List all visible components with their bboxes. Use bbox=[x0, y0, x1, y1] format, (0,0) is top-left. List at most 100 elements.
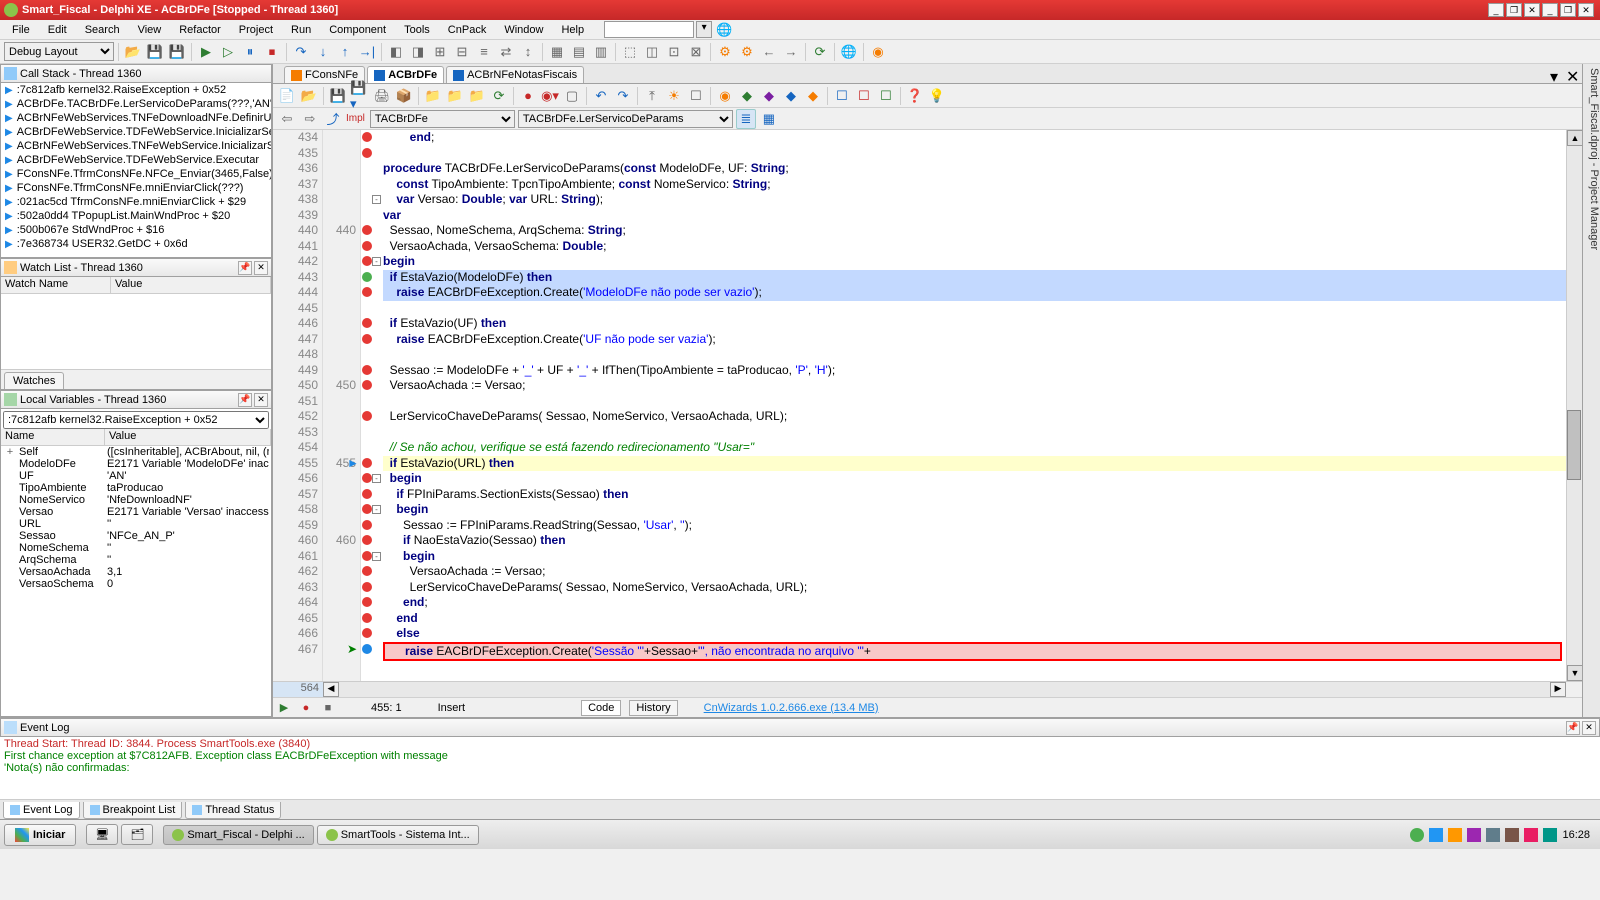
cnwizards-link[interactable]: CnWizards 1.0.2.666.exe (13.4 MB) bbox=[704, 702, 879, 714]
tb-17[interactable]: ← bbox=[759, 42, 779, 62]
stop-status-icon[interactable]: ■ bbox=[321, 701, 335, 715]
etb-folder2[interactable]: 📁 bbox=[445, 86, 465, 106]
tb-19[interactable]: ⟳ bbox=[810, 42, 830, 62]
nav-up-icon[interactable]: ⤴ bbox=[323, 109, 343, 129]
locals-col-name[interactable]: Name bbox=[1, 429, 105, 445]
expand-icon[interactable] bbox=[3, 566, 17, 578]
locals-row[interactable]: ArqSchema'' bbox=[1, 554, 271, 566]
locals-row[interactable]: +Self([csInheritable], ACBrAbout, nil, (… bbox=[1, 446, 271, 458]
etb-print[interactable]: 🖨 bbox=[372, 86, 392, 106]
etb-b1[interactable]: ◉ bbox=[715, 86, 735, 106]
pin-icon[interactable]: 📌 bbox=[238, 393, 252, 407]
etb-c1[interactable]: ☐ bbox=[832, 86, 852, 106]
etb-c2[interactable]: ☐ bbox=[854, 86, 874, 106]
tb-1[interactable]: ◧ bbox=[386, 42, 406, 62]
tb-15[interactable]: ⚙ bbox=[715, 42, 735, 62]
pin-icon[interactable]: 📌 bbox=[238, 261, 252, 275]
step-over-icon[interactable]: ↷ bbox=[291, 42, 311, 62]
callstack-item[interactable]: ▶:7c812afb kernel32.RaiseException + 0x5… bbox=[1, 83, 271, 97]
close-panel-icon[interactable]: ✕ bbox=[254, 393, 268, 407]
tb-12[interactable]: ◫ bbox=[642, 42, 662, 62]
etb-b4[interactable]: ◆ bbox=[781, 86, 801, 106]
tray-icon[interactable] bbox=[1429, 828, 1443, 842]
method-combo[interactable]: TACBrDFe.LerServicoDeParams bbox=[518, 110, 733, 128]
close-panel-icon[interactable]: ✕ bbox=[254, 261, 268, 275]
tray-icon[interactable] bbox=[1524, 828, 1538, 842]
etb-a2[interactable]: ☀ bbox=[664, 86, 684, 106]
record-status-icon[interactable]: ● bbox=[299, 701, 313, 715]
bottom-tab[interactable]: Event Log bbox=[3, 802, 80, 819]
bottom-tab[interactable]: Breakpoint List bbox=[83, 802, 183, 819]
hscroll-right-icon[interactable]: ▶ bbox=[1550, 682, 1566, 697]
history-tab[interactable]: History bbox=[629, 700, 677, 716]
tb-18[interactable]: → bbox=[781, 42, 801, 62]
etb-pkg[interactable]: 📦 bbox=[394, 86, 414, 106]
eventlog-body[interactable]: Thread Start: Thread ID: 3844. Process S… bbox=[0, 737, 1600, 799]
expand-icon[interactable] bbox=[3, 554, 17, 566]
etb-folder3[interactable]: 📁 bbox=[467, 86, 487, 106]
tb-21[interactable]: ◉ bbox=[868, 42, 888, 62]
menu-help[interactable]: Help bbox=[553, 22, 592, 38]
etb-b2[interactable]: ◆ bbox=[737, 86, 757, 106]
editor-tab[interactable]: ACBrDFe bbox=[367, 66, 444, 83]
run-icon[interactable]: ▶ bbox=[196, 42, 216, 62]
save-icon[interactable]: 💾 bbox=[145, 42, 165, 62]
close-panel-icon[interactable]: ✕ bbox=[1582, 721, 1596, 735]
bottom-tab[interactable]: Thread Status bbox=[185, 802, 281, 819]
locals-row[interactable]: VersaoAchada3,1 bbox=[1, 566, 271, 578]
etb-c3[interactable]: ☐ bbox=[876, 86, 896, 106]
watch-col-name[interactable]: Watch Name bbox=[1, 277, 111, 293]
minimize-button-2[interactable]: _ bbox=[1542, 3, 1558, 17]
callstack-item[interactable]: ▶:021ac5cd TfrmConsNFe.mniEnviarClick + … bbox=[1, 195, 271, 209]
tray-icon[interactable] bbox=[1543, 828, 1557, 842]
taskbar-item[interactable]: SmartTools - Sistema Int... bbox=[317, 825, 479, 845]
etb-refresh[interactable]: ⟳ bbox=[489, 86, 509, 106]
callstack-item[interactable]: ▶:500b067e StdWndProc + $16 bbox=[1, 223, 271, 237]
menu-component[interactable]: Component bbox=[321, 22, 394, 38]
expand-icon[interactable] bbox=[3, 518, 17, 530]
quick-launch-1[interactable]: 🖥 bbox=[86, 824, 118, 845]
menu-file[interactable]: File bbox=[4, 22, 38, 38]
etb-saveall[interactable]: 💾▾ bbox=[350, 86, 370, 106]
quick-launch-2[interactable]: 🗂 bbox=[121, 824, 153, 845]
etb-open[interactable]: 📂 bbox=[299, 86, 319, 106]
callstack-item[interactable]: ▶ACBrDFe.TACBrDFe.LerServicoDeParams(???… bbox=[1, 97, 271, 111]
locals-row[interactable]: NomeSchema'' bbox=[1, 542, 271, 554]
step-into-icon[interactable]: ↓ bbox=[313, 42, 333, 62]
help-icon[interactable]: ❓ bbox=[905, 86, 925, 106]
tb-5[interactable]: ≡ bbox=[474, 42, 494, 62]
expand-icon[interactable] bbox=[3, 494, 17, 506]
tb-4[interactable]: ⊟ bbox=[452, 42, 472, 62]
tb-9[interactable]: ▤ bbox=[569, 42, 589, 62]
callstack-item[interactable]: ▶ACBrNFeWebServices.TNFeWebService.Inici… bbox=[1, 139, 271, 153]
restore-button[interactable]: ❐ bbox=[1506, 3, 1522, 17]
tb-20[interactable]: 🌐 bbox=[839, 42, 859, 62]
callstack-item[interactable]: ▶ACBrDFeWebService.TDFeWebService.Execut… bbox=[1, 153, 271, 167]
menu-run[interactable]: Run bbox=[283, 22, 319, 38]
etb-new[interactable]: 📄 bbox=[277, 86, 297, 106]
editor-tab[interactable]: ACBrNFeNotasFiscais bbox=[446, 66, 584, 83]
etb-bpx[interactable]: ◉▾ bbox=[540, 86, 560, 106]
locals-col-value[interactable]: Value bbox=[105, 429, 271, 445]
etb-a3[interactable]: ☐ bbox=[686, 86, 706, 106]
tb-11[interactable]: ⬚ bbox=[620, 42, 640, 62]
locals-row[interactable]: VersaoSchema0 bbox=[1, 578, 271, 590]
pause-icon[interactable]: ⏸ bbox=[240, 42, 260, 62]
etb-b5[interactable]: ◆ bbox=[803, 86, 823, 106]
callstack-item[interactable]: ▶ACBrDFeWebService.TDFeWebService.Inicia… bbox=[1, 125, 271, 139]
stop-icon[interactable]: ⏹ bbox=[262, 42, 282, 62]
tray-icon[interactable] bbox=[1486, 828, 1500, 842]
tray-icon[interactable] bbox=[1467, 828, 1481, 842]
callstack-item[interactable]: ▶:502a0dd4 TPopupList.MainWndProc + $20 bbox=[1, 209, 271, 223]
restore-button-2[interactable]: ❐ bbox=[1560, 3, 1576, 17]
menu-view[interactable]: View bbox=[130, 22, 170, 38]
etb-save[interactable]: 💾 bbox=[328, 86, 348, 106]
expand-icon[interactable] bbox=[3, 578, 17, 590]
etb-folder1[interactable]: 📁 bbox=[423, 86, 443, 106]
expand-icon[interactable] bbox=[3, 482, 17, 494]
menu-cnpack[interactable]: CnPack bbox=[440, 22, 495, 38]
tray-icon[interactable] bbox=[1448, 828, 1462, 842]
hscroll-left-icon[interactable]: ◀ bbox=[323, 682, 339, 697]
hscroll-track[interactable] bbox=[339, 682, 1550, 697]
tb-8[interactable]: ▦ bbox=[547, 42, 567, 62]
